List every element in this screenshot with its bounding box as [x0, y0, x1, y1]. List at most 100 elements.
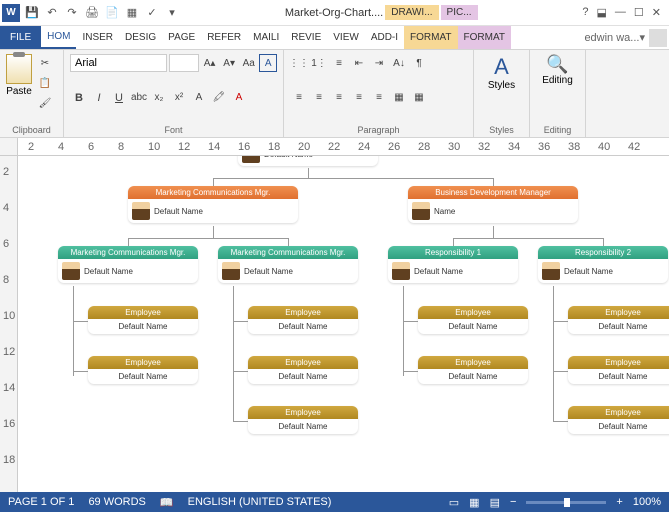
qat-btn[interactable]: 🖨 — [84, 5, 100, 21]
tab-design[interactable]: DESIG — [119, 26, 162, 49]
line-spacing-icon[interactable]: ≡ — [370, 89, 388, 107]
org-node[interactable]: EmployeeDefault Name — [248, 406, 358, 434]
paste-icon — [6, 54, 32, 84]
italic-button[interactable]: I — [90, 89, 108, 107]
view-read-icon[interactable]: ▭ — [449, 496, 459, 509]
multilevel-icon[interactable]: ≡ — [330, 54, 348, 72]
org-node[interactable]: Marketing Communications Mgr.Default Nam… — [128, 186, 298, 223]
help-icon[interactable]: ? — [582, 6, 588, 19]
org-node[interactable]: Marketing Communications Mgr.Default Nam… — [58, 246, 198, 283]
shading-icon[interactable]: ▦ — [390, 89, 408, 107]
zoom-slider[interactable] — [526, 501, 606, 504]
org-node[interactable]: EmployeeDefault Name — [88, 356, 198, 384]
indent-inc-icon[interactable]: ⇥ — [370, 54, 388, 72]
cut-icon[interactable]: ✂ — [36, 54, 54, 72]
tab-mailings[interactable]: MAILI — [247, 26, 285, 49]
justify-icon[interactable]: ≡ — [350, 89, 368, 107]
clear-format-icon[interactable]: A — [259, 54, 277, 72]
show-marks-icon[interactable]: ¶ — [410, 54, 428, 72]
qat-btn[interactable]: ✓ — [144, 5, 160, 21]
tab-file[interactable]: FILE — [0, 26, 41, 49]
close-icon[interactable]: ✕ — [652, 6, 661, 19]
org-node[interactable]: EmployeeDefault Name — [418, 356, 528, 384]
bold-button[interactable]: B — [70, 89, 88, 107]
zoom-in-icon[interactable]: + — [616, 496, 622, 508]
format-painter-icon[interactable]: 🖌 — [36, 94, 54, 112]
org-node-name: Default Name — [449, 372, 498, 381]
shrink-font-icon[interactable]: A▾ — [220, 54, 238, 72]
org-node[interactable]: Marketing Communications Mgr.Default Nam… — [218, 246, 358, 283]
zoom-out-icon[interactable]: − — [510, 496, 516, 508]
org-node-name: Name — [434, 207, 455, 216]
align-right-icon[interactable]: ≡ — [330, 89, 348, 107]
maximize-icon[interactable]: ☐ — [634, 6, 644, 19]
font-size-select[interactable] — [169, 54, 198, 72]
document-canvas[interactable]: Default NameMarketing Communications Mgr… — [18, 156, 669, 492]
tab-format-picture[interactable]: FORMAT — [458, 26, 511, 49]
grow-font-icon[interactable]: A▴ — [201, 54, 219, 72]
save-icon[interactable]: 💾 — [24, 5, 40, 21]
org-node-name: Default Name — [599, 372, 648, 381]
org-node-name: Default Name — [154, 207, 203, 216]
org-node[interactable]: Responsibility 1Default Name — [388, 246, 518, 283]
user-name[interactable]: edwin wa...▾ — [578, 26, 669, 49]
tab-insert[interactable]: INSER — [76, 26, 119, 49]
text-effects-icon[interactable]: A — [190, 89, 208, 107]
strike-button[interactable]: abc — [130, 89, 148, 107]
styles-button[interactable]: A Styles — [488, 54, 515, 91]
org-node-title: Employee — [248, 356, 358, 369]
undo-icon[interactable]: ↶ — [44, 5, 60, 21]
editing-button[interactable]: 🔍 Editing — [542, 54, 573, 86]
org-node[interactable]: Responsibility 2Default Name — [538, 246, 668, 283]
org-node[interactable]: Default Name — [238, 156, 378, 166]
tab-home[interactable]: HOM — [41, 26, 76, 49]
tab-page[interactable]: PAGE — [162, 26, 201, 49]
bullets-icon[interactable]: ⋮⋮ — [290, 54, 308, 72]
tab-view[interactable]: VIEW — [327, 26, 365, 49]
org-node[interactable]: EmployeeDefault Name — [568, 306, 669, 334]
group-label-clipboard: Clipboard — [6, 123, 57, 135]
status-page[interactable]: PAGE 1 OF 1 — [8, 496, 74, 508]
minimize-icon[interactable]: — — [615, 6, 626, 19]
borders-icon[interactable]: ▦ — [410, 89, 428, 107]
tab-references[interactable]: REFER — [201, 26, 247, 49]
font-color-icon[interactable]: A — [230, 89, 248, 107]
status-language[interactable]: ENGLISH (UNITED STATES) — [188, 496, 332, 508]
subscript-button[interactable]: x₂ — [150, 89, 168, 107]
org-node[interactable]: EmployeeDefault Name — [88, 306, 198, 334]
numbering-icon[interactable]: 1⋮ — [310, 54, 328, 72]
indent-dec-icon[interactable]: ⇤ — [350, 54, 368, 72]
vertical-ruler[interactable]: 24681012141618 — [0, 156, 18, 492]
tab-addins[interactable]: ADD-I — [365, 26, 404, 49]
org-node-title: Employee — [568, 406, 669, 419]
org-node[interactable]: EmployeeDefault Name — [418, 306, 528, 334]
org-node[interactable]: Business Development ManagerName — [408, 186, 578, 223]
copy-icon[interactable]: 📋 — [36, 74, 54, 92]
highlight-icon[interactable]: 🖍 — [210, 89, 228, 107]
tab-review[interactable]: REVIE — [285, 26, 327, 49]
org-node[interactable]: EmployeeDefault Name — [248, 306, 358, 334]
align-center-icon[interactable]: ≡ — [310, 89, 328, 107]
paste-button[interactable]: Paste — [6, 54, 32, 112]
zoom-level[interactable]: 100% — [633, 496, 661, 508]
status-proof-icon[interactable]: 📖 — [160, 496, 174, 509]
qat-more-icon[interactable]: ▾ — [164, 5, 180, 21]
superscript-button[interactable]: x² — [170, 89, 188, 107]
font-name-select[interactable]: Arial — [70, 54, 167, 72]
org-node[interactable]: EmployeeDefault Name — [248, 356, 358, 384]
underline-button[interactable]: U — [110, 89, 128, 107]
org-node[interactable]: EmployeeDefault Name — [568, 406, 669, 434]
tab-format-drawing[interactable]: FORMAT — [404, 26, 457, 49]
redo-icon[interactable]: ↷ — [64, 5, 80, 21]
qat-btn[interactable]: 📄 — [104, 5, 120, 21]
status-words[interactable]: 69 WORDS — [88, 496, 145, 508]
ribbon-collapse-icon[interactable]: ⬓ — [597, 6, 607, 19]
view-print-icon[interactable]: ▦ — [469, 496, 479, 509]
horizontal-ruler[interactable]: 24681012141618202224262830323436384042 — [0, 138, 669, 156]
sort-icon[interactable]: A↓ — [390, 54, 408, 72]
qat-btn[interactable]: ▦ — [124, 5, 140, 21]
view-web-icon[interactable]: ▤ — [490, 496, 500, 509]
change-case-icon[interactable]: Aa — [240, 54, 258, 72]
align-left-icon[interactable]: ≡ — [290, 89, 308, 107]
org-node[interactable]: EmployeeDefault Name — [568, 356, 669, 384]
